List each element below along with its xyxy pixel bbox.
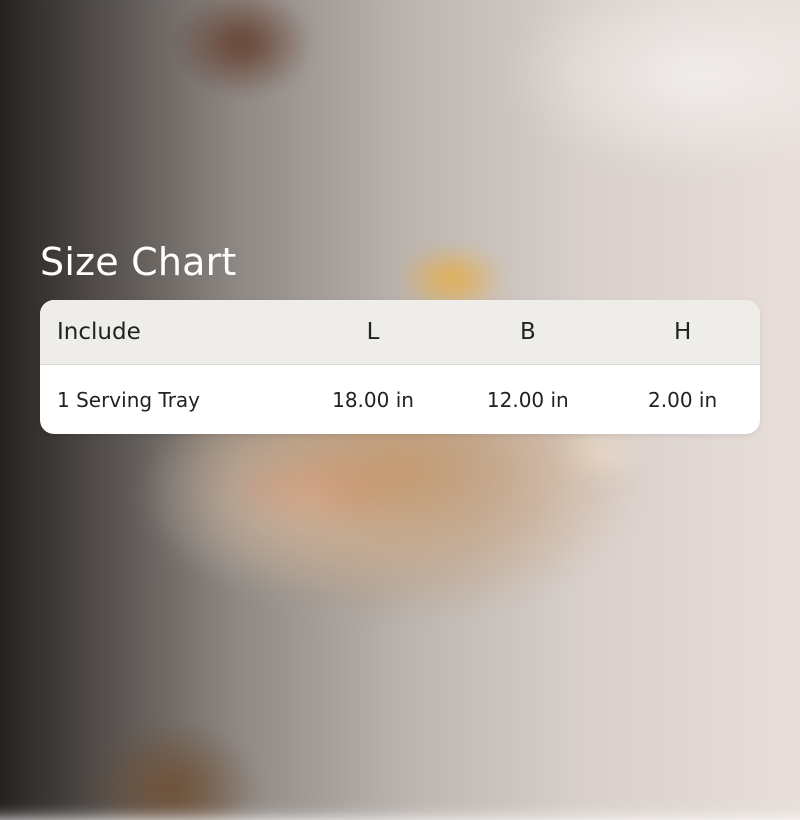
header-height: H — [673, 319, 692, 345]
header-length: L — [366, 319, 380, 345]
header-include: Include — [57, 319, 141, 345]
size-table: Include L B H 1 Serving Tray 18.00 in 12… — [40, 300, 760, 434]
table-row: 1 Serving Tray 18.00 in 12.00 in 2.00 in — [40, 365, 760, 434]
cell-length: 18.00 in — [332, 387, 414, 412]
table-header-row: Include L B H — [40, 300, 760, 365]
cell-height: 2.00 in — [648, 387, 718, 412]
cell-include: 1 Serving Tray — [57, 387, 201, 412]
header-breadth: B — [519, 319, 536, 345]
cell-breadth: 12.00 in — [486, 387, 569, 412]
page-title: Size Chart — [40, 240, 237, 284]
